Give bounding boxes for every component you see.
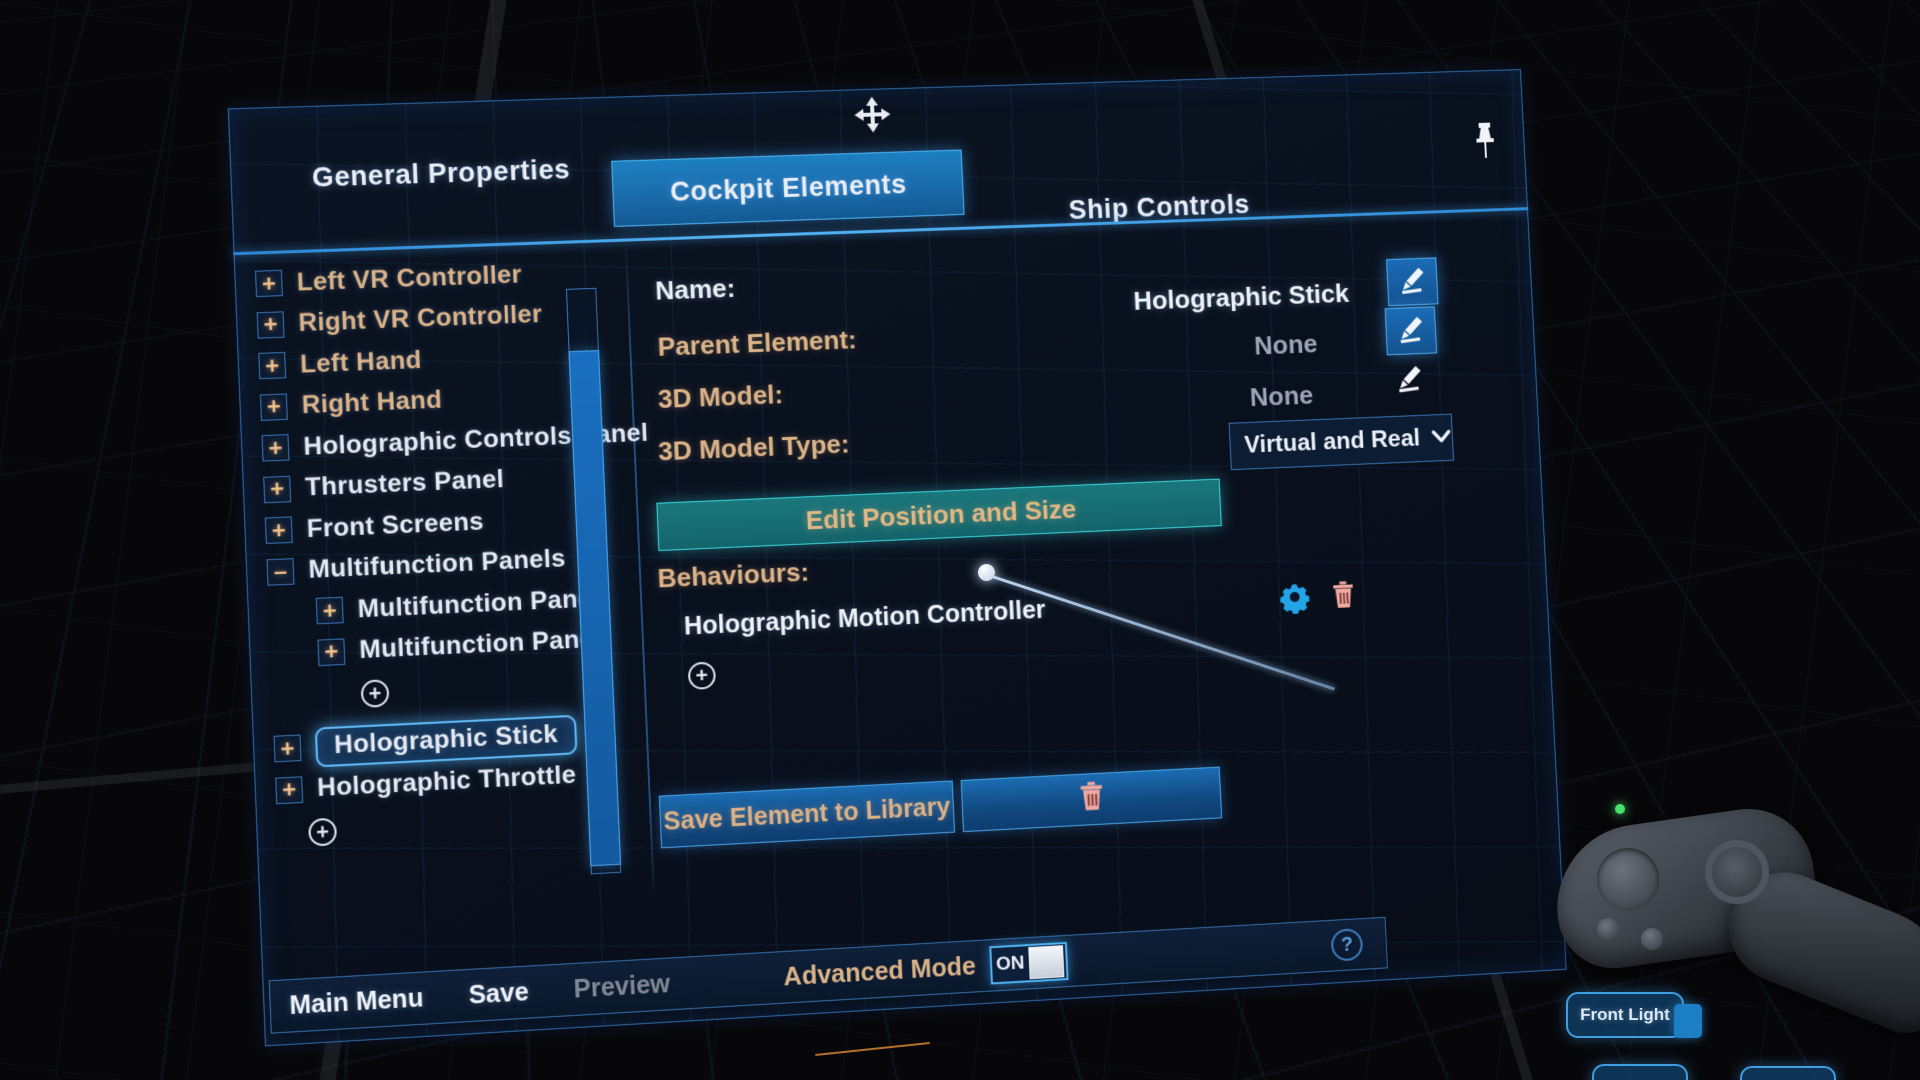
expander-plus-icon[interactable]: + xyxy=(261,434,290,462)
expander-plus-icon[interactable]: + xyxy=(254,270,283,298)
tree-item-label: Right Hand xyxy=(301,385,443,420)
model-type-dropdown-value: Virtual and Real xyxy=(1243,424,1421,459)
edit-3d-model-button[interactable] xyxy=(1383,355,1436,404)
controller-button-a[interactable] xyxy=(1597,918,1619,940)
behaviour-settings-button[interactable] xyxy=(1277,579,1312,619)
expander-plus-icon[interactable]: + xyxy=(273,735,302,763)
edit-position-and-size-button[interactable]: Edit Position and Size xyxy=(656,478,1222,552)
expander-plus-icon[interactable]: + xyxy=(259,393,288,421)
chevron-down-icon xyxy=(1429,423,1454,452)
tab-cockpit-elements[interactable]: Cockpit Elements xyxy=(611,149,965,227)
pencil-icon xyxy=(1396,313,1427,348)
expander-plus-icon[interactable]: + xyxy=(315,597,344,625)
behaviour-delete-button[interactable] xyxy=(1330,579,1357,615)
vr-controller xyxy=(1545,800,1920,1080)
add-circle-icon[interactable]: + xyxy=(360,678,390,708)
delete-element-button[interactable] xyxy=(960,766,1223,833)
editor-window: General Properties Cockpit Elements Ship… xyxy=(227,69,1567,1047)
main-menu-button[interactable]: Main Menu xyxy=(289,983,424,1020)
expander-minus-icon[interactable]: – xyxy=(266,558,295,586)
controller-button-b[interactable] xyxy=(1641,928,1663,950)
edit-name-button[interactable] xyxy=(1386,257,1439,307)
edit-parent-element-button[interactable] xyxy=(1384,306,1438,356)
tab-ship-controls[interactable]: Ship Controls xyxy=(1021,180,1297,235)
vr-badge-tertiary[interactable] xyxy=(1740,1066,1836,1080)
tree-item-label: Thrusters Panel xyxy=(304,465,505,502)
model-type-dropdown[interactable]: Virtual and Real xyxy=(1228,413,1455,471)
tree-item-label: Front Screens xyxy=(306,506,485,543)
vr-badge-front-light[interactable]: Front Light xyxy=(1566,992,1684,1038)
tree-item-label: Multifunction Panel xyxy=(357,583,601,624)
gear-icon xyxy=(1278,583,1312,618)
expander-plus-icon[interactable]: + xyxy=(275,776,304,805)
controller-led xyxy=(1615,804,1625,814)
expander-plus-icon[interactable]: + xyxy=(258,352,287,380)
expander-plus-icon[interactable]: + xyxy=(317,638,346,666)
field-value-3d-model: None xyxy=(1249,379,1314,413)
pencil-icon xyxy=(1394,362,1425,397)
expander-plus-icon[interactable]: + xyxy=(264,516,293,545)
vr-badge-secondary[interactable] xyxy=(1592,1064,1688,1080)
add-circle-icon[interactable]: + xyxy=(308,817,338,847)
trash-icon xyxy=(1077,779,1107,819)
vr-cockpit-editor-screen: General Properties Cockpit Elements Ship… xyxy=(0,0,1920,1080)
field-value-parent-element: None xyxy=(1253,328,1319,361)
tree-item-label: Left VR Controller xyxy=(296,260,523,297)
tree-item-label: Left Hand xyxy=(299,345,423,379)
tab-general-properties[interactable]: General Properties xyxy=(271,145,610,202)
controller-thumbpad[interactable] xyxy=(1597,848,1659,910)
vr-laser-cursor xyxy=(978,564,995,581)
trash-icon xyxy=(1331,581,1357,614)
controller-tracking-ring xyxy=(1705,840,1769,904)
tree-item-label: Right VR Controller xyxy=(297,300,543,338)
tree-item-label: Multifunction Panels xyxy=(307,544,567,585)
pencil-icon xyxy=(1397,264,1428,299)
vr-indicator-chip xyxy=(1674,1004,1702,1038)
